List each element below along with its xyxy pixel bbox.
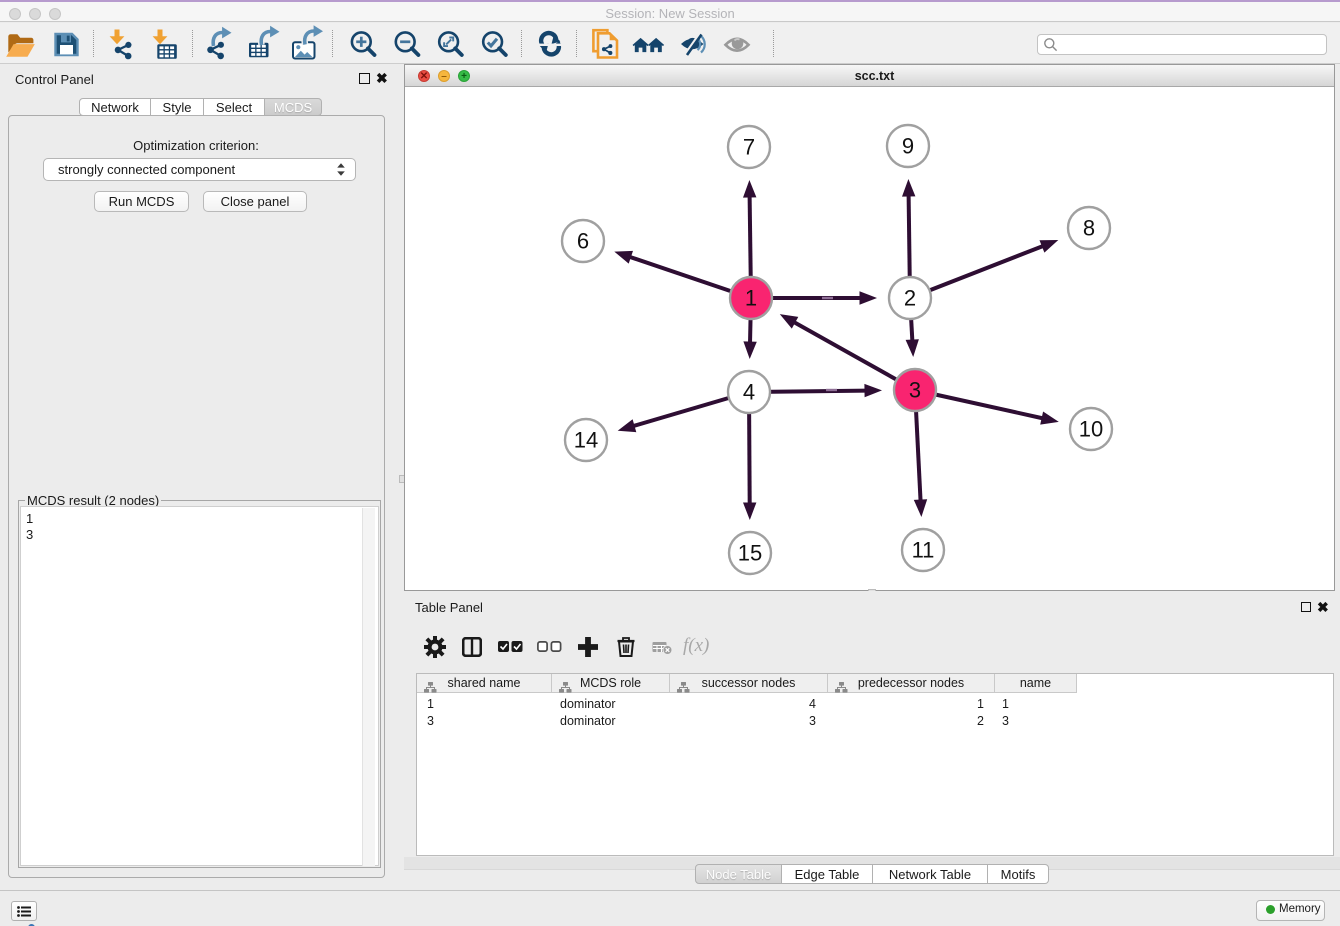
svg-text:8: 8 [1083, 216, 1095, 241]
svg-text:9: 9 [902, 134, 914, 159]
svg-text:11: 11 [912, 538, 935, 563]
svg-text:7: 7 [743, 135, 755, 160]
svg-text:1: 1 [745, 286, 757, 311]
svg-text:4: 4 [743, 380, 755, 405]
svg-text:2: 2 [904, 286, 916, 311]
svg-text:10: 10 [1079, 417, 1103, 442]
svg-text:15: 15 [738, 541, 762, 566]
svg-text:6: 6 [577, 229, 589, 254]
svg-text:3: 3 [909, 378, 921, 403]
svg-text:14: 14 [574, 428, 598, 453]
